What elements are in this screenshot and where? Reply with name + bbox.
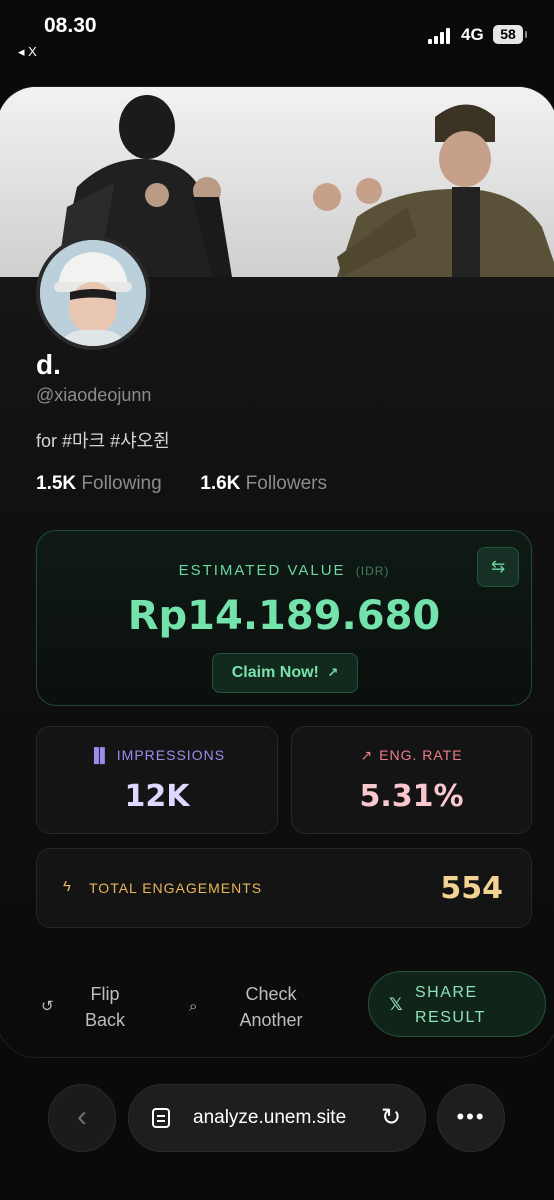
profile-bio: for #마크 #샤오쥔 <box>36 431 170 451</box>
following-label: Following <box>81 473 162 494</box>
signal-icon <box>428 26 454 44</box>
external-link-icon: ↗ <box>327 665 339 680</box>
chevron-left-icon: ‹ <box>77 1100 87 1133</box>
ellipsis-icon: ••• <box>456 1104 486 1129</box>
lightning-icon: ϟ <box>63 878 71 895</box>
network-label: 4G <box>461 25 484 44</box>
estimated-value-amount: Rp14.189.680 <box>127 593 441 639</box>
rotate-icon: ↺ <box>41 998 54 1015</box>
impressions-card: ▐▌ IMPRESSIONS 12K <box>36 726 278 834</box>
eng-rate-card: ↗ ENG. RATE 5.31% <box>291 726 532 834</box>
claim-now-button[interactable]: Claim Now! ↗ <box>212 653 358 693</box>
avatar[interactable] <box>36 236 150 350</box>
flip-back-label: Flip Back <box>84 984 126 1030</box>
more-options-button[interactable]: ••• <box>437 1084 505 1152</box>
display-name: d. <box>36 349 61 380</box>
currency-label: (IDR) <box>355 564 390 578</box>
result-card: d. @xiaodeojunn for #마크 #샤오쥔 1.5K Follow… <box>0 86 554 1058</box>
total-engagements-label: TOTAL ENGAGEMENTS <box>89 880 263 896</box>
status-bar: 08.30 ◂ X 4G 58 <box>0 0 554 70</box>
followers-label: Followers <box>245 473 327 494</box>
total-engagements-card: ϟ TOTAL ENGAGEMENTS 554 <box>36 848 532 928</box>
check-another-button[interactable]: ⌕ Check Another <box>185 978 335 1038</box>
following-count: 1.5K <box>36 473 77 494</box>
estimated-value-panel: ⇆ ESTIMATED VALUE (IDR) Rp14.189.680 Cla… <box>36 530 532 706</box>
url-text: analyze.unem.site <box>193 1107 347 1128</box>
back-to-app-link[interactable]: ◂ X <box>18 44 37 60</box>
page-menu-icon <box>152 1108 170 1128</box>
clock: 08.30 <box>44 14 97 37</box>
battery-icon: 58 <box>493 25 527 44</box>
follow-stats: 1.5K Following 1.6K Followers <box>36 473 327 495</box>
eng-rate-label: ENG. RATE <box>379 747 463 763</box>
share-result-button[interactable]: 𝕏 SHARE RESULT <box>368 971 546 1037</box>
impressions-heading: ▐▌ IMPRESSIONS <box>37 747 277 763</box>
avatar-image <box>40 240 146 346</box>
flip-back-button[interactable]: ↺ Flip Back <box>41 978 161 1038</box>
impressions-value: 12K <box>124 779 190 814</box>
share-result-label: SHARE RESULT <box>415 984 486 1026</box>
total-engagements-value: 554 <box>440 871 503 906</box>
address-bar[interactable]: analyze.unem.site ↻ <box>128 1084 426 1152</box>
eng-rate-value: 5.31% <box>359 779 464 814</box>
x-logo-icon: 𝕏 <box>389 995 405 1014</box>
profile-handle: @xiaodeojunn <box>36 385 152 405</box>
browser-back-button[interactable]: ‹ <box>48 1084 116 1152</box>
estimated-value-heading: ESTIMATED VALUE (IDR) <box>37 562 531 579</box>
check-another-label: Check Another <box>239 984 303 1030</box>
claim-now-label: Claim Now! <box>231 664 319 681</box>
estimated-value-label: ESTIMATED VALUE <box>178 562 346 579</box>
reload-icon[interactable]: ↻ <box>381 1103 401 1132</box>
eng-rate-heading: ↗ ENG. RATE <box>292 747 531 764</box>
trending-up-icon: ↗ <box>360 747 374 763</box>
followers-count: 1.6K <box>200 473 241 494</box>
impressions-label: IMPRESSIONS <box>116 747 226 763</box>
bar-chart-icon: ▐▌ <box>88 747 111 763</box>
search-icon: ⌕ <box>189 998 198 1015</box>
